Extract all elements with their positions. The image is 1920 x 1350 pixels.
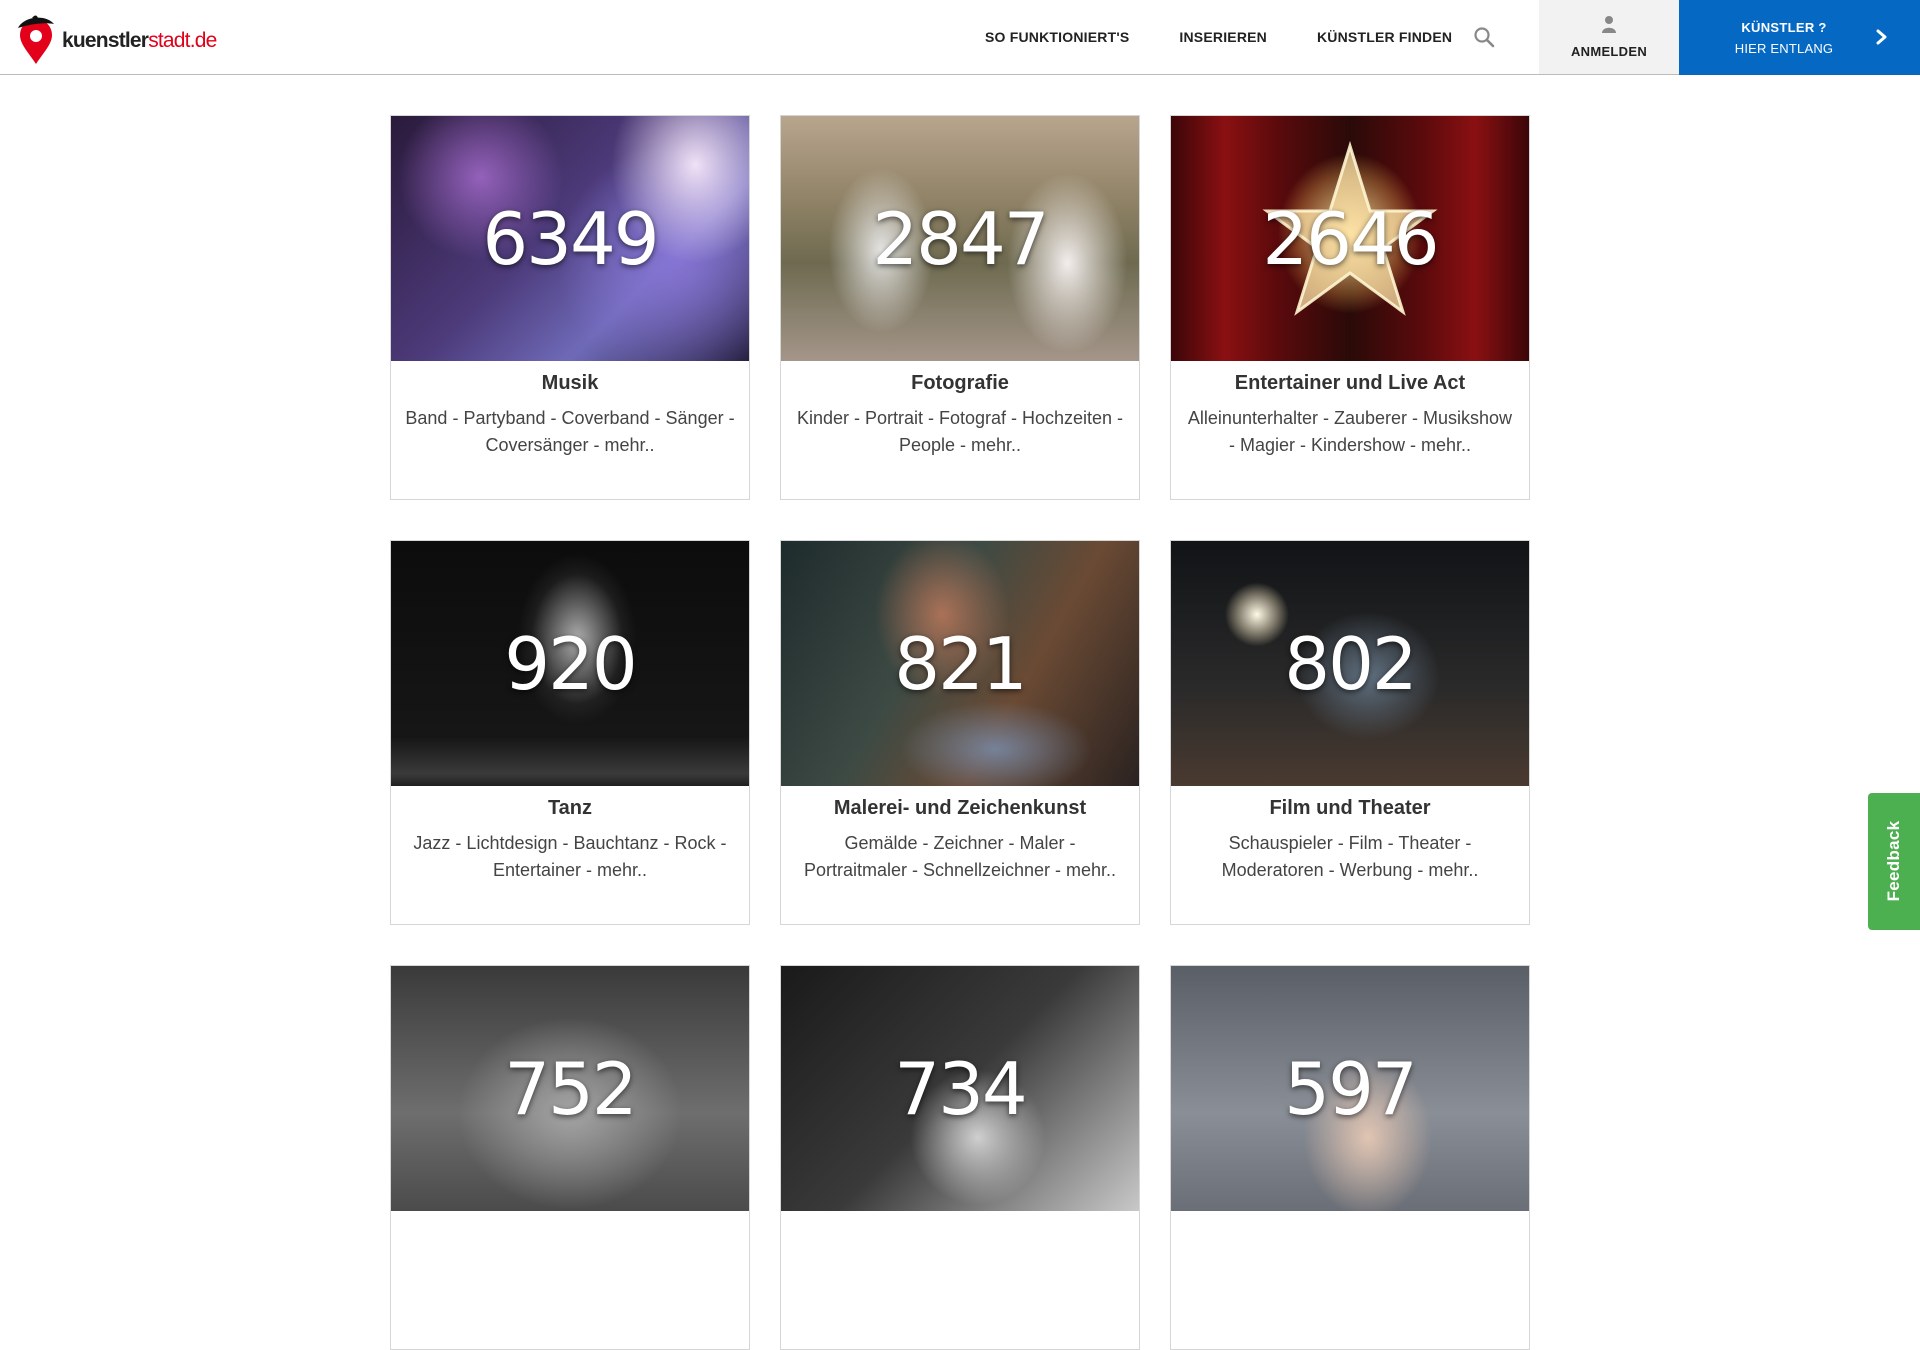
nav-so-funktionierts[interactable]: SO FUNKTIONIERT'S xyxy=(985,29,1129,45)
cta-line1: KÜNSTLER ? xyxy=(1741,20,1827,35)
category-title: Malerei- und Zeichenkunst xyxy=(833,797,1087,819)
category-description: Alleinunterhalter - Zauberer - Musikshow… xyxy=(1187,408,1513,455)
category-card-8[interactable]: 734 xyxy=(780,965,1140,1350)
category-description: Kinder - Portrait - Fotograf - Hochzeite… xyxy=(796,408,1124,455)
category-count: 734 xyxy=(894,1046,1027,1131)
nav-inserieren[interactable]: INSERIEREN xyxy=(1179,29,1267,45)
cta-line2: HIER ENTLANG xyxy=(1734,41,1834,56)
category-card-fotografie[interactable]: 2847 Fotografie Kinder - Portrait - Foto… xyxy=(780,115,1140,500)
nav-kuenstler-finden[interactable]: KÜNSTLER FINDEN xyxy=(1317,29,1452,45)
main-nav: SO FUNKTIONIERT'S INSERIEREN KÜNSTLER FI… xyxy=(985,0,1496,74)
artist-cta-button[interactable]: KÜNSTLER ? HIER ENTLANG xyxy=(1679,0,1920,75)
category-card-entertainer[interactable]: 2646 Entertainer und Live Act Alleinunte… xyxy=(1170,115,1530,500)
login-button[interactable]: ANMELDEN xyxy=(1539,0,1679,74)
logo[interactable]: kuenstlerstadt.de xyxy=(14,14,217,66)
category-count: 2646 xyxy=(1262,196,1439,281)
feedback-tab[interactable]: Feedback xyxy=(1868,793,1920,930)
category-description: Band - Partyband - Coverband - Sänger - … xyxy=(405,408,735,455)
site-header: kuenstlerstadt.de SO FUNKTIONIERT'S INSE… xyxy=(0,0,1920,75)
logo-text: kuenstlerstadt.de xyxy=(62,29,217,52)
category-count: 6349 xyxy=(482,196,659,281)
category-title: Musik xyxy=(541,372,599,394)
category-count: 752 xyxy=(504,1046,637,1131)
category-card-9[interactable]: 597 xyxy=(1170,965,1530,1350)
category-title: Tanz xyxy=(547,797,593,819)
category-title: Entertainer und Live Act xyxy=(1234,372,1466,394)
category-card-musik[interactable]: 6349 Musik Band - Partyband - Coverband … xyxy=(390,115,750,500)
category-card-film-theater[interactable]: 802 Film und Theater Schauspieler - Film… xyxy=(1170,540,1530,925)
category-description: Schauspieler - Film - Theater - Moderato… xyxy=(1221,833,1479,880)
category-card-malerei[interactable]: 821 Malerei- und Zeichenkunst Gemälde - … xyxy=(780,540,1140,925)
category-count: 802 xyxy=(1284,621,1417,706)
category-card-tanz[interactable]: 920 Tanz Jazz - Lichtdesign - Bauchtanz … xyxy=(390,540,750,925)
feedback-label: Feedback xyxy=(1884,820,1903,902)
user-icon xyxy=(1601,15,1617,38)
category-count: 597 xyxy=(1284,1046,1417,1131)
search-icon[interactable] xyxy=(1472,25,1496,49)
login-label: ANMELDEN xyxy=(1570,44,1648,59)
logo-pin-icon xyxy=(14,14,58,66)
category-count: 920 xyxy=(504,621,637,706)
category-title: Film und Theater xyxy=(1269,797,1431,819)
category-description: Gemälde - Zeichner - Maler - Portraitmal… xyxy=(803,833,1117,880)
category-count: 2847 xyxy=(872,196,1049,281)
category-description: Jazz - Lichtdesign - Bauchtanz - Rock - … xyxy=(413,833,727,880)
chevron-right-icon xyxy=(1876,29,1888,50)
category-count: 821 xyxy=(894,621,1027,706)
category-title: Fotografie xyxy=(911,372,1009,394)
category-card-7[interactable]: 752 xyxy=(390,965,750,1350)
